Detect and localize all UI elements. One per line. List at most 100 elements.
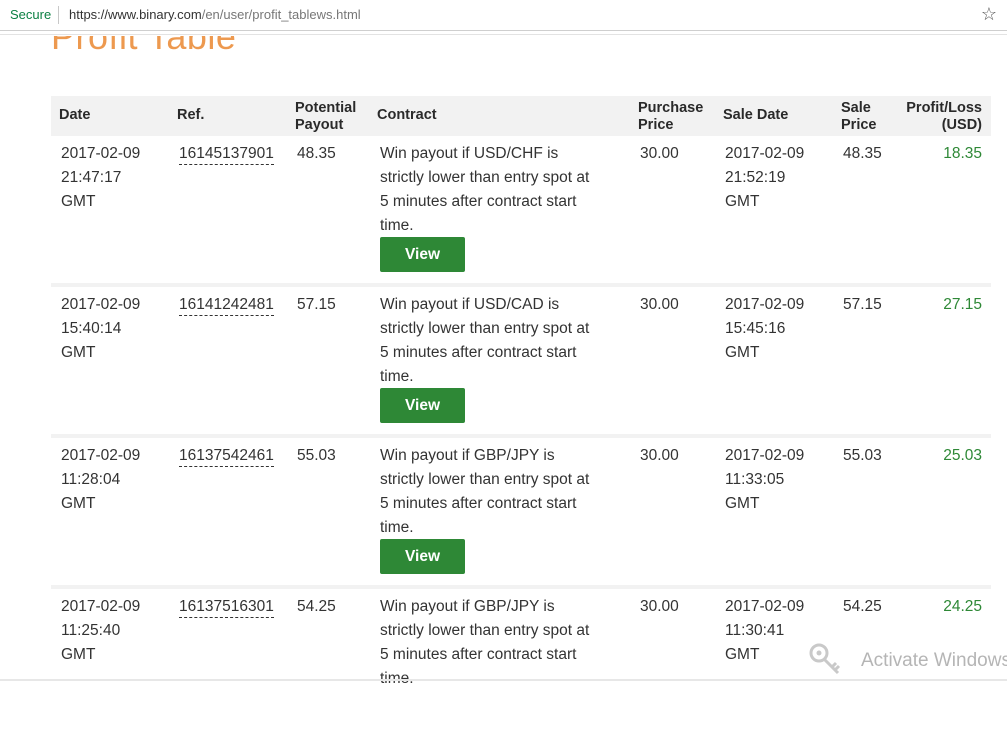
secure-label[interactable]: Secure bbox=[10, 7, 51, 22]
contract-line: time. bbox=[380, 217, 414, 234]
url-path: /en/user/profit_tablews.html bbox=[201, 7, 361, 22]
table-row: 2017-02-09 11:25:40 GMT 16137516301 54.25 … bbox=[51, 589, 991, 736]
ref-cell: 16137516301 bbox=[179, 595, 274, 619]
address-divider bbox=[58, 6, 59, 24]
profit-table: Date Ref. Potential Payout Contract Purch… bbox=[51, 96, 991, 736]
date-cell: 2017-02-09 21:47:17 GMT bbox=[61, 142, 140, 214]
contract-line: strictly lower than entry spot at bbox=[380, 471, 590, 488]
header-sale-date[interactable]: Sale Date bbox=[723, 107, 788, 124]
table-header: Date Ref. Potential Payout Contract Purch… bbox=[51, 96, 991, 136]
table-row: 2017-02-09 21:47:17 GMT 16145137901 48.35 … bbox=[51, 136, 991, 287]
sale-date-time: 15:45:16 bbox=[725, 320, 786, 337]
sale-date-cell: 2017-02-09 15:45:16 GMT bbox=[725, 293, 804, 365]
sale-date-zone: GMT bbox=[725, 495, 760, 512]
date-day: 2017-02-09 bbox=[61, 296, 141, 313]
date-time: 15:40:14 bbox=[61, 320, 122, 337]
page-title: Profit Table bbox=[51, 36, 237, 57]
header-ref[interactable]: Ref. bbox=[177, 107, 204, 124]
date-zone: GMT bbox=[61, 344, 96, 361]
header-payout-line1: Potential bbox=[295, 100, 357, 116]
contract-cell: Win payout if GBP/JPY is strictly lower t… bbox=[380, 444, 589, 540]
sale-date-day: 2017-02-09 bbox=[725, 145, 805, 162]
purchase-price-cell: 30.00 bbox=[640, 598, 679, 615]
bookmarks-bar bbox=[0, 31, 1007, 35]
date-cell: 2017-02-09 15:40:14 GMT bbox=[61, 293, 140, 365]
header-contract[interactable]: Contract bbox=[377, 107, 437, 124]
star-icon[interactable]: ☆ bbox=[981, 4, 997, 24]
contract-cell: Win payout if USD/CAD is strictly lower t… bbox=[380, 293, 589, 389]
profit-loss-cell: 25.03 bbox=[943, 447, 982, 464]
contract-line: Win payout if USD/CAD is bbox=[380, 296, 560, 313]
header-sale-line2: Price bbox=[841, 117, 877, 133]
date-zone: GMT bbox=[61, 646, 96, 663]
header-purchase-price[interactable]: Purchase Price bbox=[638, 100, 703, 134]
purchase-price-cell: 30.00 bbox=[640, 296, 679, 313]
view-button[interactable]: View bbox=[380, 237, 465, 272]
activate-windows-watermark: Activate Windows bbox=[861, 650, 1007, 671]
sale-date-cell: 2017-02-09 11:30:41 GMT bbox=[725, 595, 804, 667]
profit-loss-cell: 18.35 bbox=[943, 145, 982, 162]
date-time: 11:25:40 bbox=[61, 622, 121, 639]
header-pl-line1: Profit/Loss bbox=[906, 100, 982, 116]
sale-price-cell: 54.25 bbox=[843, 598, 882, 615]
contract-line: strictly lower than entry spot at bbox=[380, 320, 590, 337]
contract-cell: Win payout if USD/CHF is strictly lower t… bbox=[380, 142, 589, 238]
header-date[interactable]: Date bbox=[59, 107, 90, 124]
sale-date-zone: GMT bbox=[725, 193, 760, 210]
contract-line: strictly lower than entry spot at bbox=[380, 622, 590, 639]
sale-date-zone: GMT bbox=[725, 646, 760, 663]
contract-line: Win payout if GBP/JPY is bbox=[380, 447, 555, 464]
ref-cell: 16145137901 bbox=[179, 142, 274, 166]
contract-line: Win payout if GBP/JPY is bbox=[380, 598, 555, 615]
sale-date-time: 11:30:41 bbox=[725, 622, 785, 639]
payout-cell: 55.03 bbox=[297, 447, 336, 464]
table-row: 2017-02-09 11:28:04 GMT 16137542461 55.03 … bbox=[51, 438, 991, 589]
payout-cell: 48.35 bbox=[297, 145, 336, 162]
view-button[interactable]: View bbox=[380, 388, 465, 423]
contract-line: Win payout if USD/CHF is bbox=[380, 145, 559, 162]
ref-link[interactable]: 16137542461 bbox=[179, 446, 274, 467]
date-cell: 2017-02-09 11:28:04 GMT bbox=[61, 444, 140, 516]
ref-cell: 16141242481 bbox=[179, 293, 274, 317]
sale-date-time: 11:33:05 bbox=[725, 471, 785, 488]
payout-cell: 54.25 bbox=[297, 598, 336, 615]
contract-line: 5 minutes after contract start bbox=[380, 495, 577, 512]
url-field[interactable]: https://www.binary.com/en/user/profit_ta… bbox=[69, 7, 361, 22]
url-host: https://www.binary.com bbox=[69, 7, 202, 22]
contract-line: strictly lower than entry spot at bbox=[380, 169, 590, 186]
sale-date-zone: GMT bbox=[725, 344, 760, 361]
contract-line: 5 minutes after contract start bbox=[380, 344, 577, 361]
ref-link[interactable]: 16137516301 bbox=[179, 597, 274, 618]
header-pl-line2: (USD) bbox=[941, 117, 982, 133]
sale-price-cell: 48.35 bbox=[843, 145, 882, 162]
payout-cell: 57.15 bbox=[297, 296, 336, 313]
contract-line: 5 minutes after contract start bbox=[380, 646, 577, 663]
date-day: 2017-02-09 bbox=[61, 145, 141, 162]
view-button[interactable]: View bbox=[380, 539, 465, 574]
date-zone: GMT bbox=[61, 495, 96, 512]
header-purchase-line1: Purchase bbox=[638, 100, 704, 116]
date-day: 2017-02-09 bbox=[61, 598, 141, 615]
browser-address-bar: Secure https://www.binary.com/en/user/pr… bbox=[0, 0, 1007, 31]
sale-date-time: 21:52:19 bbox=[725, 169, 786, 186]
contract-cell: Win payout if GBP/JPY is strictly lower t… bbox=[380, 595, 589, 691]
purchase-price-cell: 30.00 bbox=[640, 447, 679, 464]
profit-loss-cell: 27.15 bbox=[943, 296, 982, 313]
purchase-price-cell: 30.00 bbox=[640, 145, 679, 162]
sale-date-day: 2017-02-09 bbox=[725, 598, 805, 615]
header-sale-price[interactable]: Sale Price bbox=[841, 100, 876, 134]
header-payout[interactable]: Potential Payout bbox=[295, 100, 356, 134]
ref-link[interactable]: 16141242481 bbox=[179, 295, 274, 316]
sale-price-cell: 55.03 bbox=[843, 447, 882, 464]
header-purchase-line2: Price bbox=[638, 117, 674, 133]
date-time: 21:47:17 bbox=[61, 169, 122, 186]
header-profit-loss[interactable]: Profit/Loss (USD) bbox=[906, 100, 982, 134]
table-row: 2017-02-09 15:40:14 GMT 16141242481 57.15 … bbox=[51, 287, 991, 438]
sale-date-day: 2017-02-09 bbox=[725, 296, 805, 313]
date-time: 11:28:04 bbox=[61, 471, 121, 488]
contract-line: time. bbox=[380, 368, 414, 385]
sale-price-cell: 57.15 bbox=[843, 296, 882, 313]
date-cell: 2017-02-09 11:25:40 GMT bbox=[61, 595, 140, 667]
ref-link[interactable]: 16145137901 bbox=[179, 144, 274, 165]
header-sale-line1: Sale bbox=[841, 100, 871, 116]
